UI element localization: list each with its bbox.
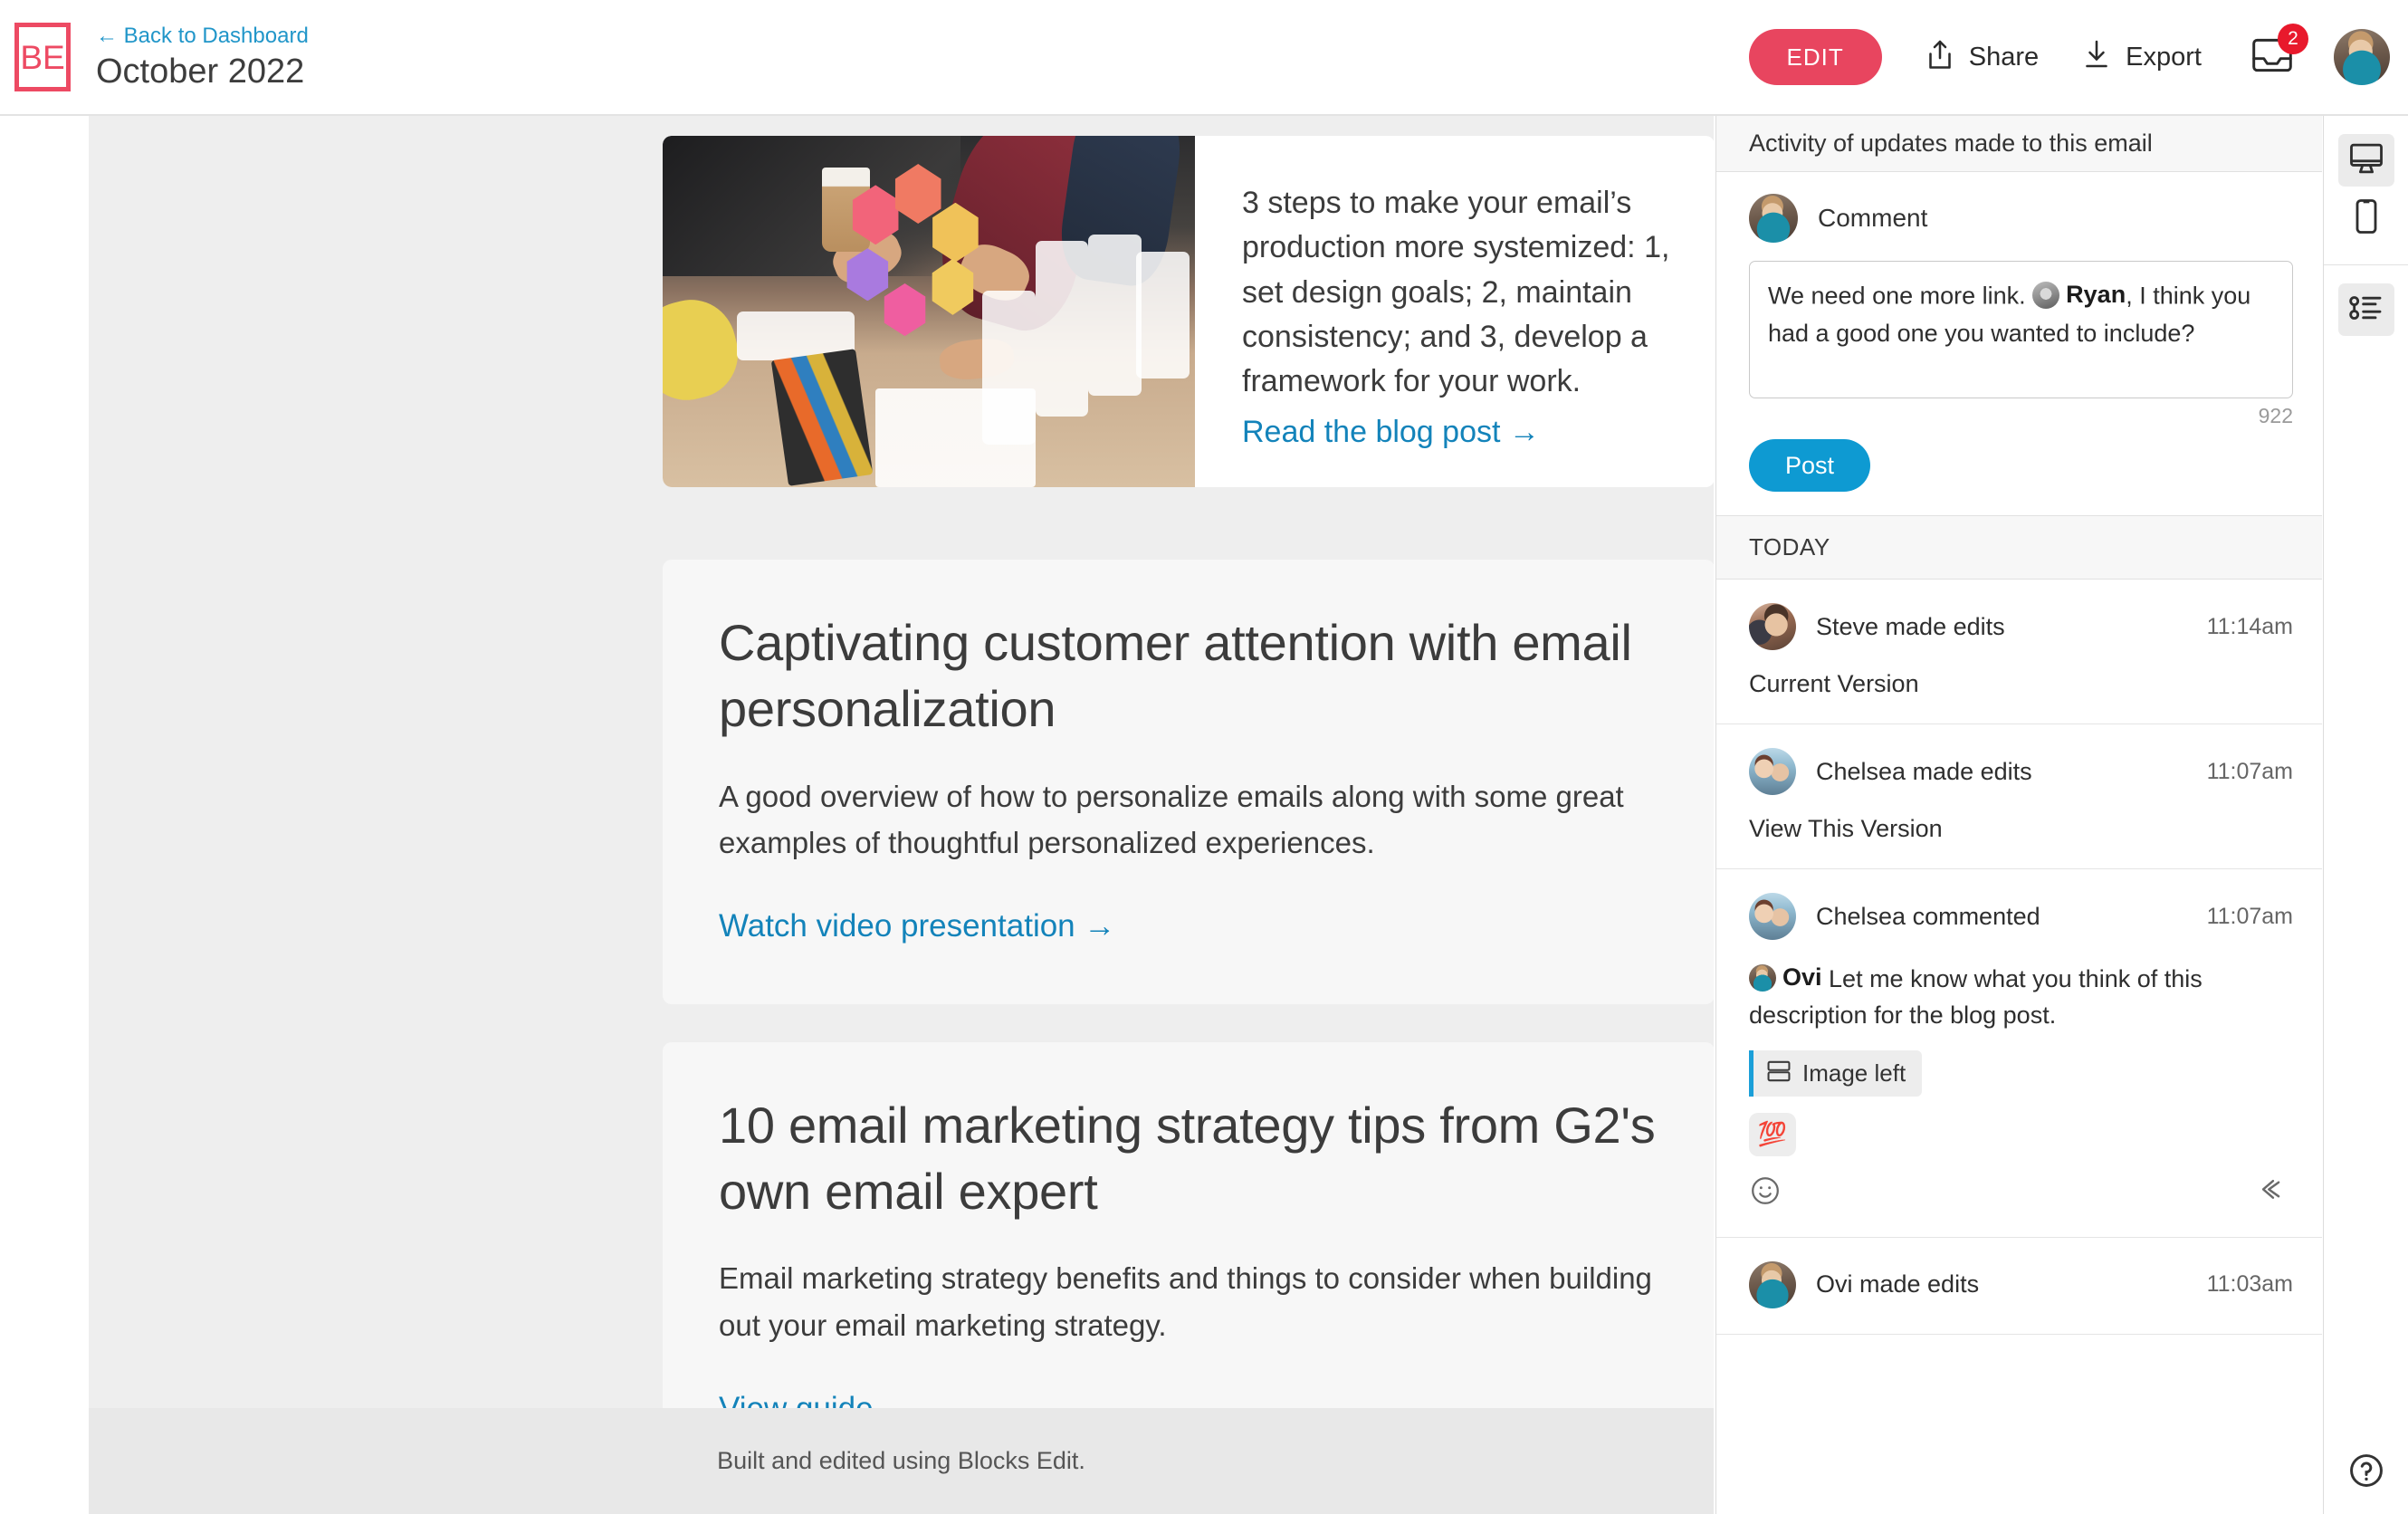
activity-who: Steve made edits [1816,612,2005,640]
activity-who: Ovi made edits [1816,1270,1980,1298]
mobile-phone-icon [2353,198,2380,239]
user-avatar-chelsea [1749,893,1796,940]
user-avatar-ovi [1749,1260,1796,1308]
user-avatar[interactable] [2334,29,2390,85]
block-reference-label: Image left [1802,1059,1906,1087]
reply-arrow-icon[interactable] [2259,1175,2293,1211]
activity-version-link[interactable]: View This Version [1749,815,2293,843]
activity-version-link[interactable]: Current Version [1749,670,2293,698]
device-preview-group [2324,116,2408,265]
activity-panel-button[interactable] [2337,283,2394,336]
export-button[interactable]: Export [2080,37,2202,78]
activity-who: Chelsea made edits [1816,757,2032,785]
header-titles: ← Back to Dashboard October 2022 [96,24,309,91]
help-button[interactable] [2347,1452,2385,1494]
email-block-image-left[interactable]: 3 steps to make your email’s production … [663,136,1714,487]
email-block-3-body: Email marketing strategy benefits and th… [719,1261,1652,1342]
export-label: Export [2126,42,2202,72]
activity-item[interactable]: Chelsea commented 11:07am Ovi Let me kno… [1716,869,2322,1238]
comment-label: Comment [1818,204,1928,232]
brand-logo[interactable]: BE [14,23,71,91]
activity-who: Chelsea commented [1816,902,2040,930]
activity-day-label: TODAY [1749,533,1830,561]
email-block-1-text: 3 steps to make your email’s production … [1195,136,1714,487]
email-content: 3 steps to make your email’s production … [663,136,1714,1487]
smiley-face-icon[interactable] [1749,1174,1782,1212]
reaction-chip[interactable]: 💯 [1749,1112,1796,1156]
activity-row: Chelsea commented 11:07am [1749,893,2293,940]
download-icon [2080,37,2113,78]
share-label: Share [1968,42,2040,72]
email-block-2-cta[interactable]: Watch video presentation → [719,904,1115,948]
user-avatar-ovi [1749,194,1798,243]
activity-sidebar-header: Activity of updates made to this email [1716,116,2322,172]
activity-sidebar-title: Activity of updates made to this email [1749,129,2153,157]
email-block-text-1[interactable]: Captivating customer attention with emai… [663,560,1714,1004]
post-button[interactable]: Post [1749,439,1871,492]
character-count: 922 [2258,404,2293,427]
activity-timeline-icon [2348,292,2384,328]
email-block-3-heading: 10 email marketing strategy tips from G2… [719,1096,1656,1220]
email-block-2-body: A good overview of how to personalize em… [719,779,1624,859]
inbox-button[interactable]: 2 [2250,23,2308,79]
inbox-badge: 2 [2278,23,2308,54]
panel-toggle-group [2324,265,2408,356]
user-avatar-steve [1749,603,1796,650]
activity-item[interactable]: Steve made edits 11:14am Current Version [1716,580,2322,724]
email-block-2-heading: Captivating customer attention with emai… [719,614,1632,737]
comment-input[interactable]: We need one more link. Ryan, I think you… [1749,261,2293,398]
image-left-layout-icon [1766,1059,1792,1088]
email-footer: Built and edited using Blocks Edit. [89,1408,1714,1514]
block-reference-tag[interactable]: Image left [1749,1049,1923,1097]
edit-button[interactable]: EDIT [1748,29,1882,85]
inbox-tray-icon [2250,38,2294,78]
comment-composer: Comment We need one more link. Ryan, I t… [1716,172,2322,516]
user-avatar-ryan [2032,281,2060,309]
email-block-1-body: 3 steps to make your email’s production … [1242,186,1670,399]
activity-row: Chelsea made edits 11:07am [1749,748,2293,795]
activity-sidebar: Activity of updates made to this email C… [1715,116,2322,1514]
activity-time: 11:03am [2206,1271,2293,1298]
mobile-preview-button[interactable] [2338,192,2394,244]
app-header: BE ← Back to Dashboard October 2022 EDIT… [0,0,2408,116]
back-to-dashboard-link[interactable]: ← Back to Dashboard [96,24,309,50]
share-upload-icon [1924,37,1956,78]
reaction-toolbar [1749,1174,2293,1212]
header-actions: EDIT Share Export 2 [1748,23,2390,85]
activity-time: 11:14am [2206,613,2293,639]
mention-name: Ovi [1782,963,1822,991]
desktop-monitor-icon [2348,141,2384,180]
view-mode-rail [2323,116,2408,1514]
body-area: 3 steps to make your email’s production … [0,116,2408,1514]
activity-item[interactable]: Chelsea made edits 11:07am View This Ver… [1716,724,2322,869]
share-button[interactable]: Share [1924,37,2039,78]
activity-comment-body: Ovi Let me know what you think of this d… [1749,960,2293,1034]
brand-logo-text: BE [20,38,65,76]
question-mark-circle-icon [2347,1454,2385,1493]
activity-time: 11:07am [2206,903,2293,929]
activity-day-header: TODAY [1716,516,2322,580]
comment-text-before: We need one more link. [1768,282,2033,310]
mention-ryan[interactable]: Ryan [2032,276,2126,313]
email-footer-text: Built and edited using Blocks Edit. [717,1447,1085,1474]
mention-name: Ryan [2066,281,2126,308]
comment-composer-header: Comment [1749,194,2293,243]
page-title: October 2022 [96,52,305,91]
email-preview-canvas: 3 steps to make your email’s production … [89,116,1714,1514]
activity-item[interactable]: Ovi made edits 11:03am [1716,1237,2322,1335]
desktop-preview-button[interactable] [2337,134,2394,187]
activity-time: 11:07am [2206,758,2293,784]
hero-image [663,136,1195,487]
user-avatar-chelsea [1749,748,1796,795]
activity-row: Ovi made edits 11:03am [1749,1260,2293,1308]
activity-row: Steve made edits 11:14am [1749,603,2293,650]
email-block-1-cta[interactable]: Read the blog post → [1242,411,1540,455]
user-avatar-ovi [1749,963,1776,992]
mention-ovi[interactable]: Ovi [1749,960,1822,996]
